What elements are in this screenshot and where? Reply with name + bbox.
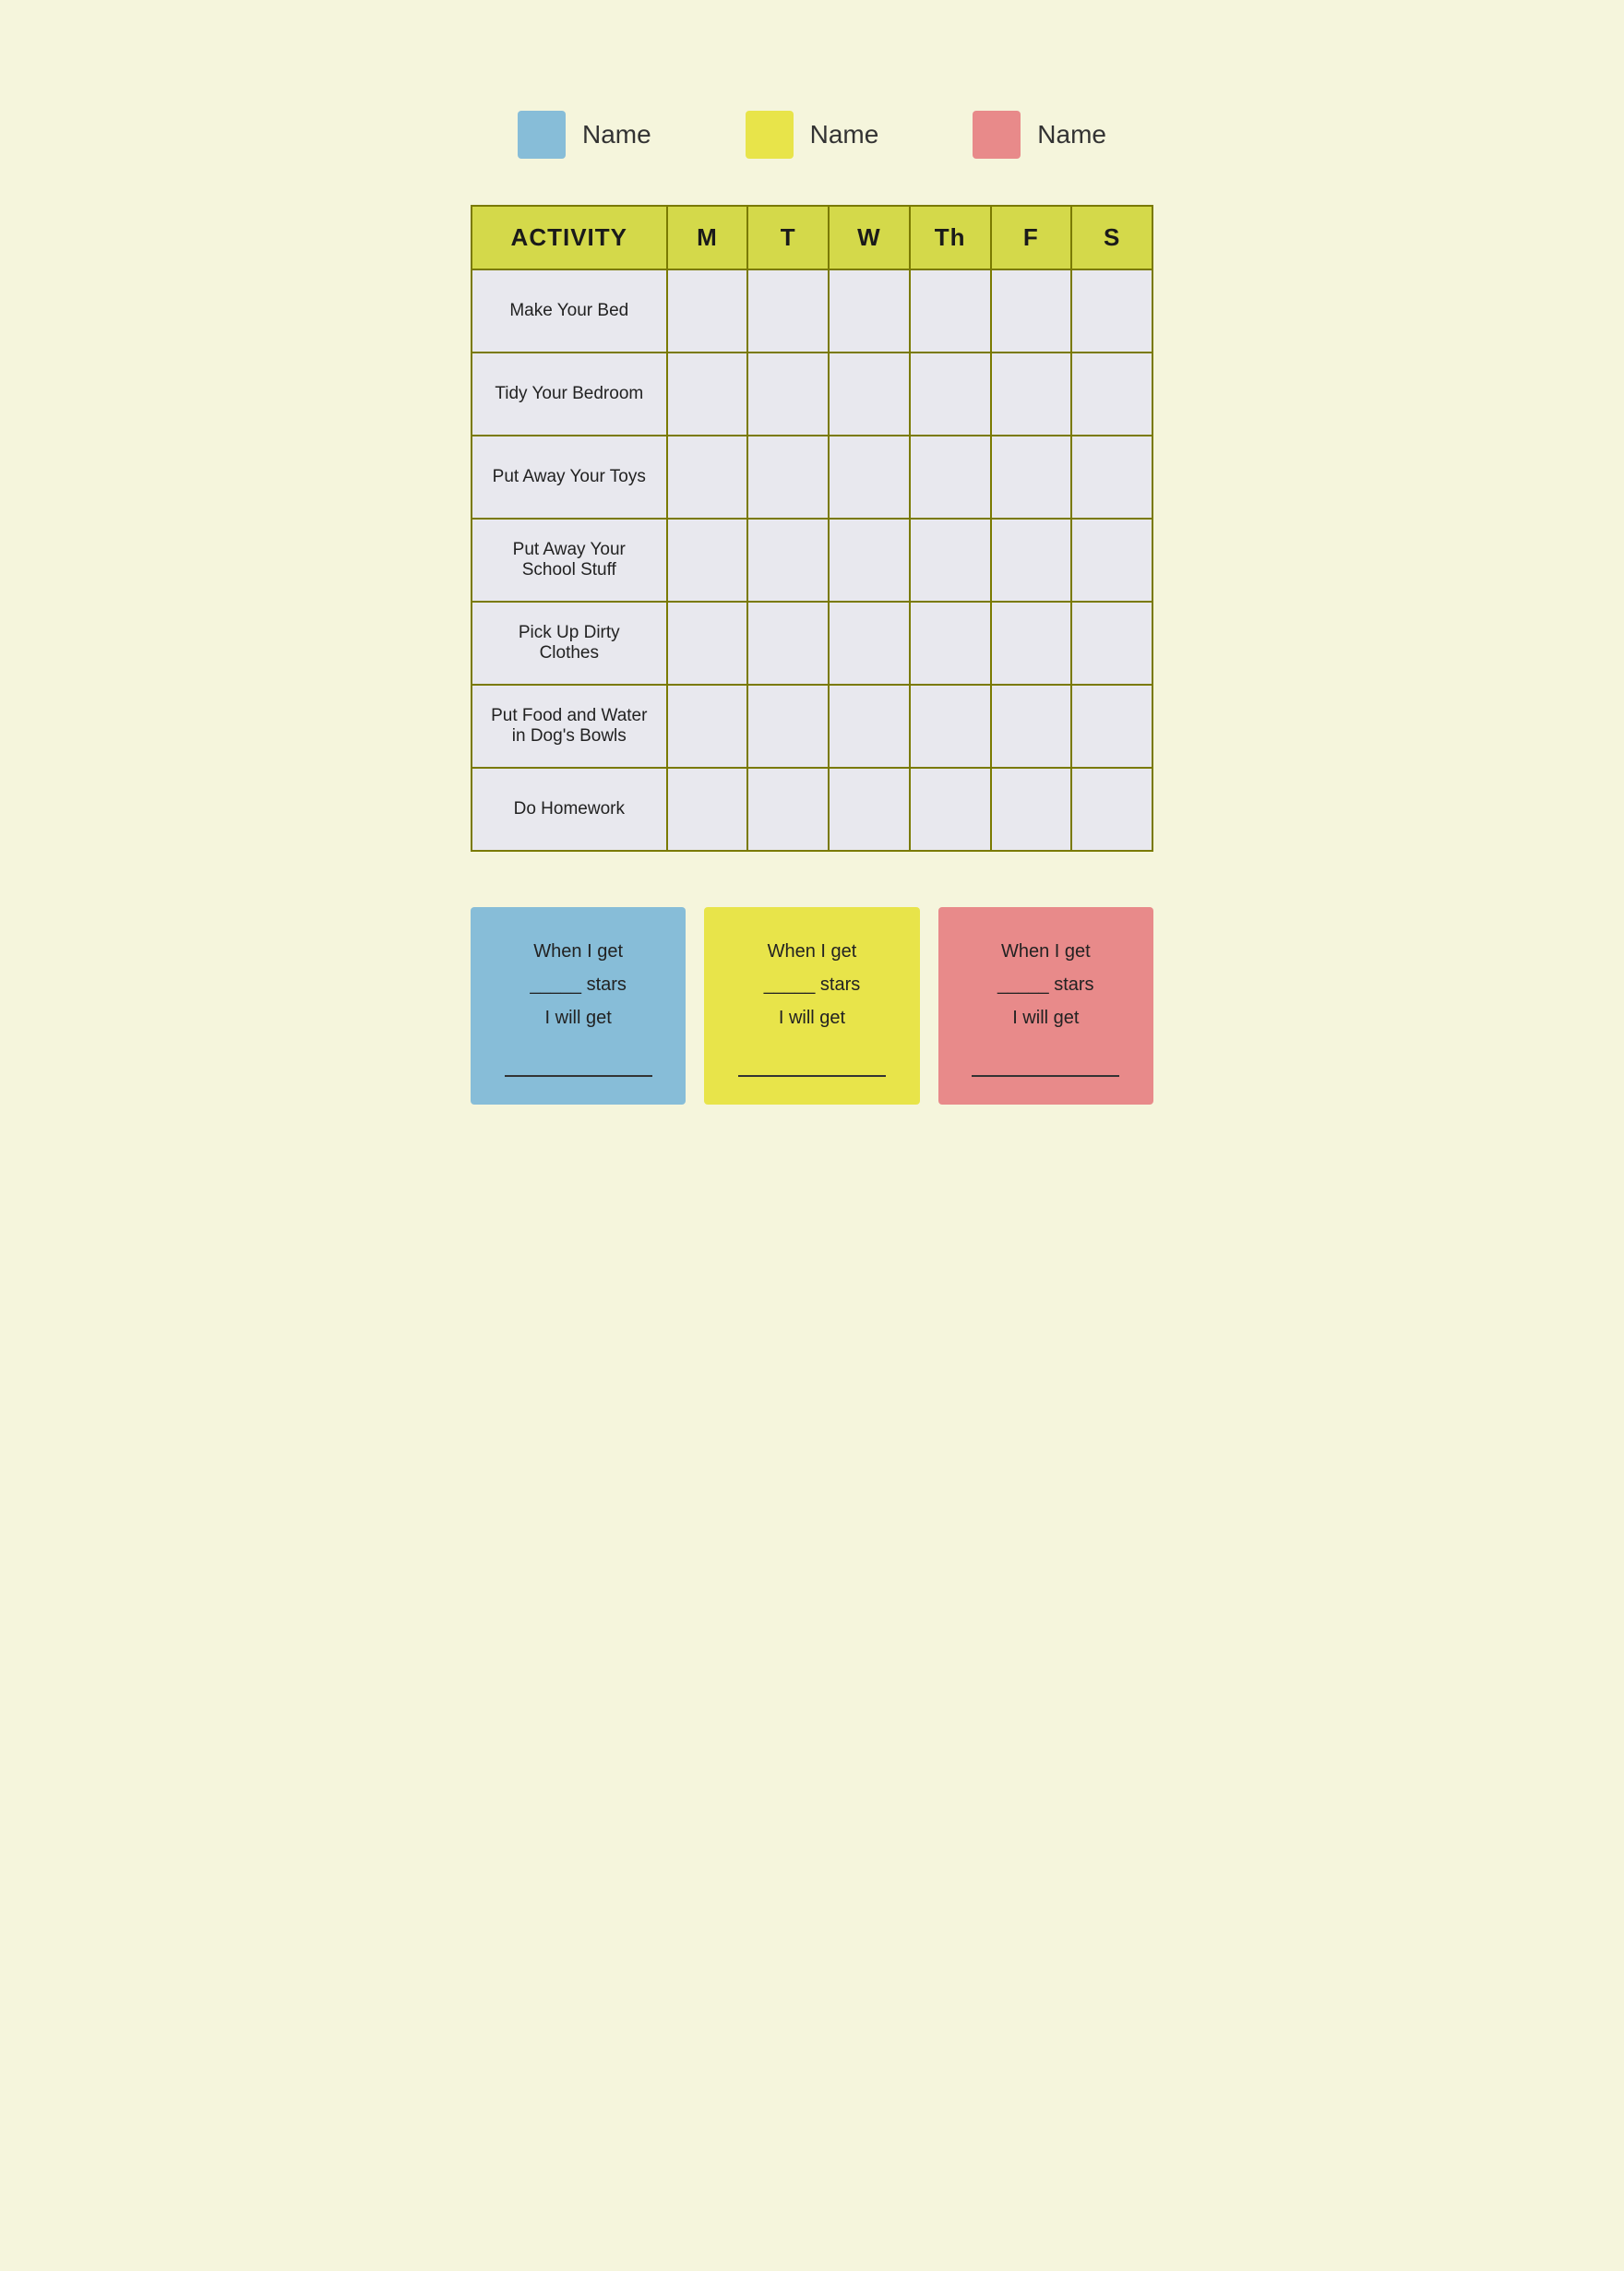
cell-r3-d1[interactable] xyxy=(747,519,829,602)
header-day-S: S xyxy=(1071,206,1152,269)
cell-r0-d5[interactable] xyxy=(1071,269,1152,353)
cell-r4-d5[interactable] xyxy=(1071,602,1152,685)
cell-r1-d4[interactable] xyxy=(991,353,1072,436)
legend-item-yellow: Name xyxy=(746,111,879,159)
cell-r6-d2[interactable] xyxy=(829,768,910,851)
behavior-table: ACTIVITY MTWThFS Make Your BedTidy Your … xyxy=(471,205,1153,852)
reward-text-pink: When I get_____ starsI will get xyxy=(972,935,1119,1077)
legend-color-yellow xyxy=(746,111,794,159)
legend-color-blue xyxy=(518,111,566,159)
cell-r6-d1[interactable] xyxy=(747,768,829,851)
header-day-W: W xyxy=(829,206,910,269)
cell-r3-d0[interactable] xyxy=(667,519,748,602)
activity-cell-3: Put Away Your School Stuff xyxy=(472,519,667,602)
cell-r5-d0[interactable] xyxy=(667,685,748,768)
table-row: Put Away Your Toys xyxy=(472,436,1152,519)
legend-label-blue: Name xyxy=(582,120,651,149)
table-header-row: ACTIVITY MTWThFS xyxy=(472,206,1152,269)
cell-r5-d2[interactable] xyxy=(829,685,910,768)
header-day-Th: Th xyxy=(910,206,991,269)
table-body: Make Your BedTidy Your BedroomPut Away Y… xyxy=(472,269,1152,851)
header-activity: ACTIVITY xyxy=(472,206,667,269)
activity-cell-6: Do Homework xyxy=(472,768,667,851)
reward-card-blue: When I get_____ starsI will get xyxy=(471,907,686,1105)
header-day-T: T xyxy=(747,206,829,269)
table-row: Make Your Bed xyxy=(472,269,1152,353)
cell-r2-d5[interactable] xyxy=(1071,436,1152,519)
cell-r1-d3[interactable] xyxy=(910,353,991,436)
activity-cell-1: Tidy Your Bedroom xyxy=(472,353,667,436)
cell-r2-d2[interactable] xyxy=(829,436,910,519)
reward-text-yellow: When I get_____ starsI will get xyxy=(738,935,886,1077)
cell-r2-d4[interactable] xyxy=(991,436,1072,519)
header-day-M: M xyxy=(667,206,748,269)
activity-cell-2: Put Away Your Toys xyxy=(472,436,667,519)
legend: Name Name Name xyxy=(471,111,1153,159)
cell-r0-d3[interactable] xyxy=(910,269,991,353)
cell-r6-d3[interactable] xyxy=(910,768,991,851)
legend-label-yellow: Name xyxy=(810,120,879,149)
activity-cell-5: Put Food and Water in Dog's Bowls xyxy=(472,685,667,768)
cell-r4-d3[interactable] xyxy=(910,602,991,685)
page: Name Name Name ACTIVITY MTWThFS Make Your … xyxy=(406,0,1218,1160)
legend-item-blue: Name xyxy=(518,111,651,159)
cell-r6-d4[interactable] xyxy=(991,768,1072,851)
cell-r5-d5[interactable] xyxy=(1071,685,1152,768)
table-row: Put Away Your School Stuff xyxy=(472,519,1152,602)
table-row: Do Homework xyxy=(472,768,1152,851)
reward-card-pink: When I get_____ starsI will get xyxy=(938,907,1153,1105)
cell-r4-d4[interactable] xyxy=(991,602,1072,685)
behavior-table-wrapper: ACTIVITY MTWThFS Make Your BedTidy Your … xyxy=(471,205,1153,852)
table-row: Pick Up Dirty Clothes xyxy=(472,602,1152,685)
cell-r5-d3[interactable] xyxy=(910,685,991,768)
cell-r1-d5[interactable] xyxy=(1071,353,1152,436)
cell-r0-d0[interactable] xyxy=(667,269,748,353)
cell-r1-d0[interactable] xyxy=(667,353,748,436)
legend-label-pink: Name xyxy=(1037,120,1106,149)
cell-r0-d2[interactable] xyxy=(829,269,910,353)
activity-cell-0: Make Your Bed xyxy=(472,269,667,353)
cell-r5-d1[interactable] xyxy=(747,685,829,768)
cell-r2-d3[interactable] xyxy=(910,436,991,519)
table-row: Put Food and Water in Dog's Bowls xyxy=(472,685,1152,768)
legend-color-pink xyxy=(973,111,1021,159)
legend-item-pink: Name xyxy=(973,111,1106,159)
reward-text-blue: When I get_____ starsI will get xyxy=(505,935,652,1077)
reward-card-yellow: When I get_____ starsI will get xyxy=(704,907,919,1105)
cell-r4-d2[interactable] xyxy=(829,602,910,685)
cell-r2-d0[interactable] xyxy=(667,436,748,519)
table-row: Tidy Your Bedroom xyxy=(472,353,1152,436)
cell-r2-d1[interactable] xyxy=(747,436,829,519)
header-day-F: F xyxy=(991,206,1072,269)
reward-section: When I get_____ starsI will get When I g… xyxy=(471,907,1153,1105)
cell-r5-d4[interactable] xyxy=(991,685,1072,768)
cell-r4-d1[interactable] xyxy=(747,602,829,685)
cell-r1-d2[interactable] xyxy=(829,353,910,436)
cell-r1-d1[interactable] xyxy=(747,353,829,436)
cell-r4-d0[interactable] xyxy=(667,602,748,685)
cell-r3-d3[interactable] xyxy=(910,519,991,602)
cell-r6-d0[interactable] xyxy=(667,768,748,851)
activity-cell-4: Pick Up Dirty Clothes xyxy=(472,602,667,685)
cell-r3-d4[interactable] xyxy=(991,519,1072,602)
cell-r3-d5[interactable] xyxy=(1071,519,1152,602)
cell-r3-d2[interactable] xyxy=(829,519,910,602)
cell-r6-d5[interactable] xyxy=(1071,768,1152,851)
cell-r0-d1[interactable] xyxy=(747,269,829,353)
cell-r0-d4[interactable] xyxy=(991,269,1072,353)
